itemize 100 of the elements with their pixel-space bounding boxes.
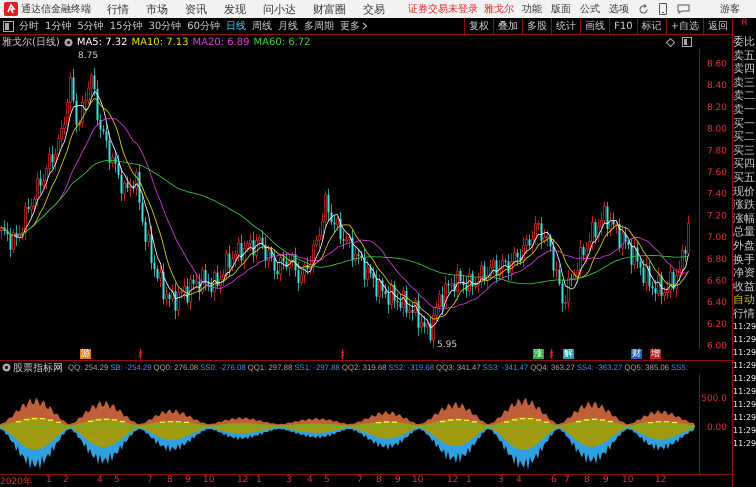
moving-average-value: MA60: 6.72 (254, 36, 311, 48)
chevron-icon (362, 22, 368, 30)
menu-item[interactable]: 交易 (363, 2, 385, 16)
menu-item[interactable]: 财富圈 (313, 2, 346, 16)
diamond-icon[interactable] (666, 38, 675, 46)
login-status[interactable]: 证券交易未登录 (408, 2, 478, 16)
quote-label: 涨跌 (733, 198, 756, 212)
date-axis-label: 3 (286, 475, 292, 485)
menu-item[interactable]: 发现 (224, 2, 246, 16)
price-axis-label: 6.00 (706, 342, 727, 349)
date-axis-label: 9 (395, 475, 401, 485)
panel-toggle-icon[interactable] (3, 20, 14, 32)
period-tab[interactable]: 15分钟 (110, 19, 142, 33)
date-axis-label: 5 (114, 475, 120, 485)
date-axis-label: 3 (498, 475, 504, 485)
moving-average-value: MA10: 7.13 (131, 36, 188, 48)
date-axis-label: 5 (324, 475, 330, 485)
period-tab[interactable]: 5分钟 (77, 19, 104, 33)
date-axis-label: 9 (185, 475, 191, 485)
quote-label: 净资 (733, 266, 756, 280)
date-axis-label: 12 (447, 475, 458, 485)
date-axis-label: 1 (466, 475, 472, 485)
tool-menu-item[interactable]: 功能 (522, 2, 542, 16)
quote-label: 买五 (733, 170, 756, 185)
tool-menu-item[interactable]: 公式 (580, 2, 600, 16)
quote-label: 卖五 (733, 48, 756, 62)
date-axis-label: 7 (564, 475, 570, 485)
event-marker-icon[interactable] (549, 349, 554, 359)
date-axis-label: 10 (622, 475, 634, 485)
quote-label: 现价 (733, 184, 756, 198)
tool-menu-item[interactable]: 选项 (609, 2, 629, 16)
period-tab[interactable]: 多周期 (304, 19, 334, 33)
price-axis-label: 6.40 (706, 298, 727, 308)
period-tab[interactable]: 60分钟 (187, 19, 220, 33)
menu-item[interactable]: 资讯 (185, 2, 207, 16)
period-tab[interactable]: 分时 (19, 19, 39, 33)
quote-label: 买四 (733, 157, 756, 171)
settings-icon[interactable] (64, 38, 73, 46)
user-label[interactable]: 游客 (720, 2, 740, 16)
tool-menu-item[interactable]: 版面 (551, 2, 571, 16)
trade-time: 11:29 (733, 425, 756, 438)
period-tab[interactable]: 1分钟 (45, 19, 72, 33)
corner-tab[interactable]: R (733, 18, 756, 35)
stock-name: 雅戈尔 (484, 2, 514, 16)
price-axis-label: 7.00 (706, 233, 727, 244)
price-axis-label: 8.20 (706, 102, 727, 113)
trade-time: 11:29 (733, 347, 756, 360)
date-axis-label: 9 (603, 475, 609, 485)
menu-item[interactable]: 市场 (146, 2, 168, 16)
date-axis-label: 2 (63, 475, 69, 485)
price-axis-label: 7.60 (706, 168, 727, 178)
menu-item[interactable]: 行情 (107, 2, 129, 16)
trade-time: 11:29 (733, 360, 756, 372)
settings-icon[interactable] (2, 363, 11, 372)
chart-title: 雅戈尔(日线) (2, 36, 60, 49)
logo-icon (4, 2, 18, 16)
period-tab[interactable]: 周线 (252, 19, 272, 33)
panel-toggle-icon[interactable] (682, 37, 692, 47)
more-menu[interactable]: 更多 (340, 19, 368, 33)
quote-label: 外盘 (733, 238, 756, 252)
moving-average-value: MA20: 6.89 (192, 36, 250, 48)
event-tag[interactable]: 增 (650, 349, 661, 359)
app-title: 通达信金融终端 (21, 2, 91, 16)
date-axis-label: 10 (203, 475, 214, 485)
quote-label: 涨幅 (733, 212, 756, 226)
quote-mode-tab[interactable]: 自动 (733, 293, 756, 307)
event-marker-icon[interactable] (340, 349, 345, 359)
message-icon[interactable] (677, 4, 690, 14)
trade-time: 11:29 (733, 373, 756, 386)
indicator-name: 股票指标网 (13, 362, 63, 374)
price-axis-label: 6.60 (706, 276, 727, 286)
high-price-label: 8.75 (78, 51, 98, 61)
refresh-icon[interactable] (638, 4, 649, 14)
quote-label: 换手 (733, 252, 756, 266)
date-axis-label: 2020年 (0, 476, 32, 487)
date-axis-label: 6 (551, 475, 557, 485)
date-axis-label: 1 (256, 475, 262, 485)
event-tag[interactable]: 财 (631, 349, 642, 359)
price-axis-label: 7.40 (706, 190, 727, 200)
price-axis-label: 8.60 (706, 60, 727, 70)
price-axis-label: 7.20 (706, 211, 727, 222)
menu-item[interactable]: 问小达 (263, 2, 296, 16)
period-tab[interactable]: 日线 (226, 19, 246, 33)
quote-label: 收益 (733, 280, 756, 294)
quote-label: 卖四 (733, 62, 756, 76)
price-axis-label: 8.00 (706, 124, 727, 135)
date-axis-label: 8 (584, 475, 590, 485)
quote-mode-tab[interactable]: 行情 (733, 306, 756, 320)
phone-icon[interactable] (659, 3, 667, 15)
indicator-axis-label: 0.00 (706, 423, 727, 433)
date-axis-label: 8 (376, 475, 382, 485)
period-tab[interactable]: 月线 (278, 19, 298, 33)
quote-label: 买三 (733, 144, 756, 158)
date-axis-label: 8 (167, 475, 173, 485)
date-axis-label: 4 (307, 475, 313, 485)
date-axis-label: 4 (516, 475, 522, 485)
event-marker-icon[interactable] (138, 349, 143, 359)
price-axis-label: 6.20 (706, 320, 727, 330)
date-axis-label: 7 (147, 475, 153, 485)
period-tab[interactable]: 30分钟 (148, 19, 182, 33)
